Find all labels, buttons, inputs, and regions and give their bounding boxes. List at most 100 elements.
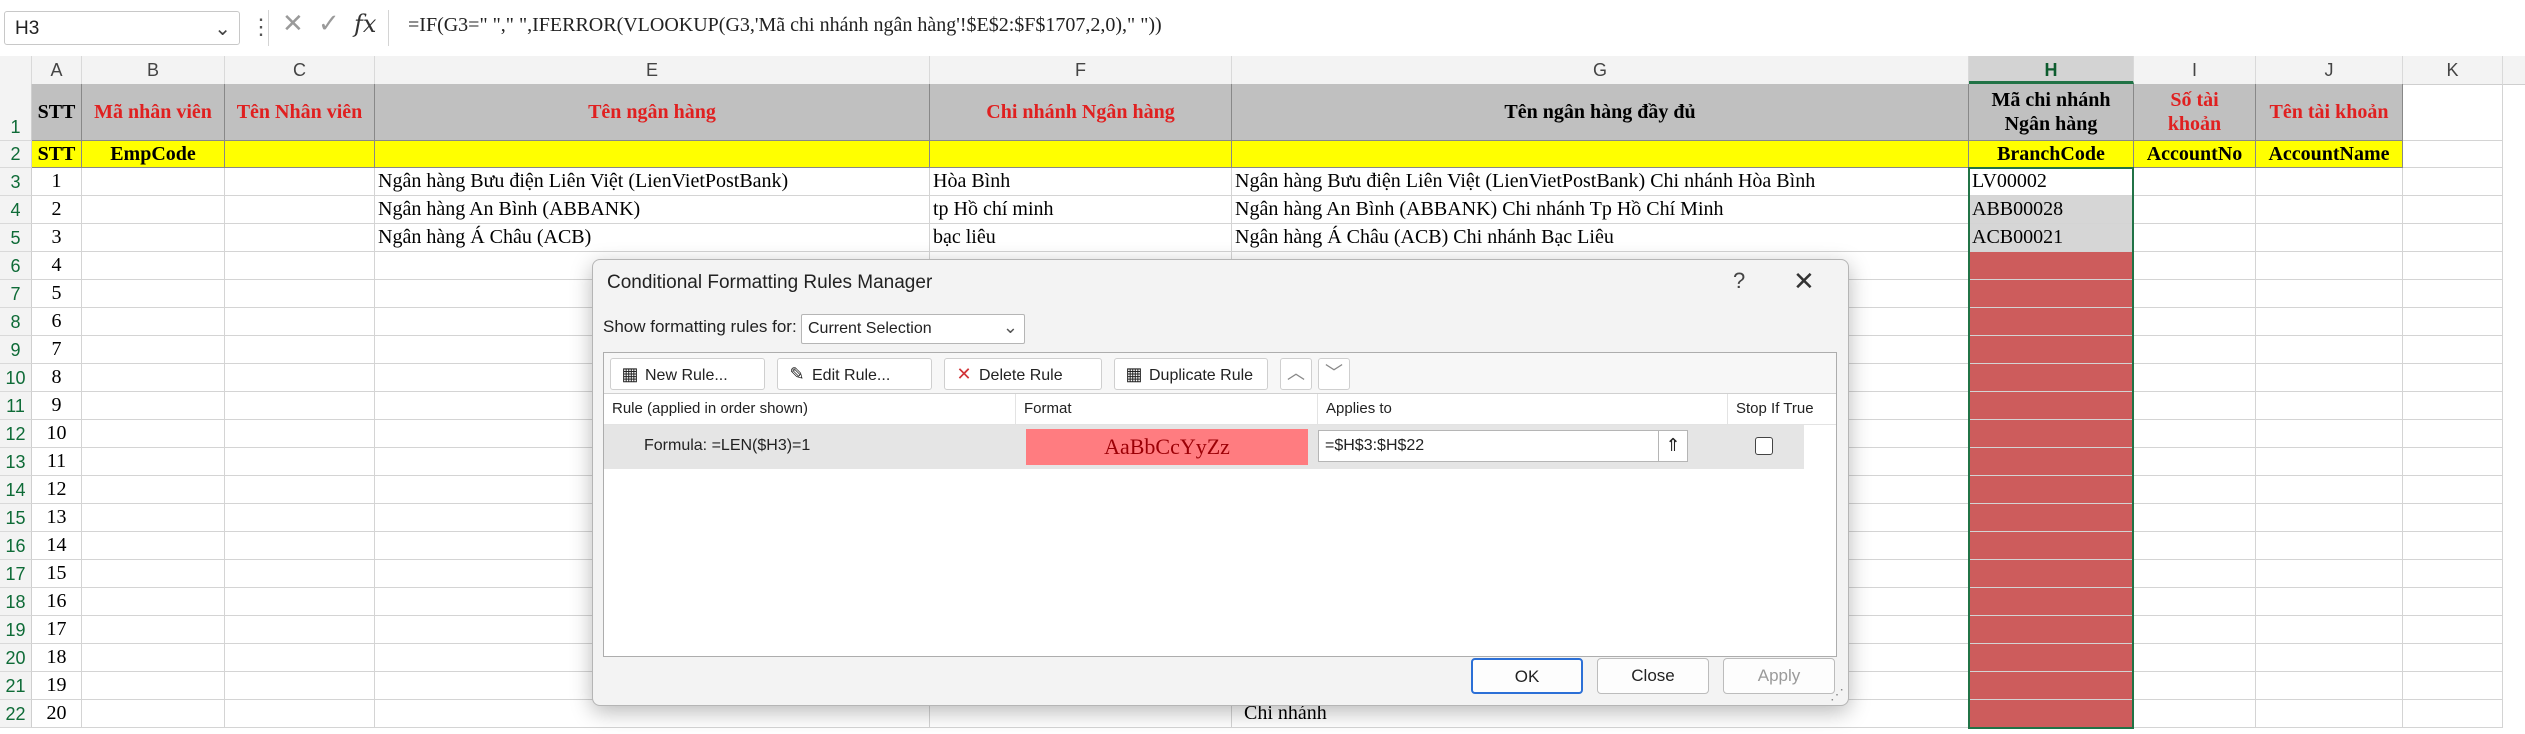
header-employee-name[interactable]: Tên Nhân viên — [225, 84, 375, 141]
column-header-f[interactable]: F — [930, 56, 1232, 84]
empcode-cell[interactable] — [82, 672, 225, 700]
stt-cell[interactable]: 6 — [32, 308, 82, 336]
cancel-icon[interactable]: ✕ — [282, 8, 304, 39]
header-stt[interactable]: STT — [32, 84, 82, 141]
resize-grip-icon[interactable]: ⋰ — [1830, 686, 1844, 703]
cell-k[interactable] — [2403, 672, 2503, 700]
header-bank-name[interactable]: Tên ngân hàng — [375, 84, 930, 141]
row-header[interactable]: 3 — [0, 168, 32, 196]
branch-cell[interactable]: bạc liêu — [930, 224, 1232, 252]
close-button[interactable]: Close — [1597, 658, 1709, 694]
empcode-cell[interactable] — [82, 196, 225, 224]
account-name-cell[interactable] — [2256, 252, 2403, 280]
row-header[interactable]: 10 — [0, 364, 32, 392]
empcode-cell[interactable] — [82, 420, 225, 448]
stt-cell[interactable]: 20 — [32, 700, 82, 728]
empcode-cell[interactable] — [82, 476, 225, 504]
row-header[interactable]: 17 — [0, 560, 32, 588]
account-name-cell[interactable] — [2256, 532, 2403, 560]
row-header-1[interactable]: 1 — [0, 84, 32, 141]
row-header[interactable]: 12 — [0, 420, 32, 448]
row-header[interactable]: 7 — [0, 280, 32, 308]
account-no-cell[interactable] — [2134, 532, 2256, 560]
account-no-cell[interactable] — [2134, 448, 2256, 476]
cell-k[interactable] — [2403, 448, 2503, 476]
column-header-g[interactable]: G — [1232, 56, 1969, 84]
account-no-cell[interactable] — [2134, 560, 2256, 588]
apply-button[interactable]: Apply — [1723, 658, 1835, 694]
duplicate-rule-button[interactable]: ▦ Duplicate Rule — [1114, 358, 1268, 390]
delete-rule-button[interactable]: ✕ Delete Rule — [944, 358, 1102, 390]
select-all-corner[interactable] — [0, 56, 32, 84]
branch-code-cell[interactable] — [1969, 280, 2134, 308]
branch-code-cell[interactable] — [1969, 392, 2134, 420]
help-icon[interactable]: ? — [1733, 268, 1745, 294]
header-bank-branch[interactable]: Chi nhánh Ngân hàng — [930, 84, 1232, 141]
row-header[interactable]: 22 — [0, 700, 32, 728]
row-header[interactable]: 14 — [0, 476, 32, 504]
cell-k[interactable] — [2403, 616, 2503, 644]
branch-code-cell[interactable] — [1969, 336, 2134, 364]
branch-code-cell[interactable] — [1969, 364, 2134, 392]
branch-code-cell[interactable] — [1969, 448, 2134, 476]
row-header[interactable]: 11 — [0, 392, 32, 420]
branch-code-cell[interactable] — [1969, 532, 2134, 560]
account-name-cell[interactable] — [2256, 476, 2403, 504]
empname-cell[interactable] — [225, 336, 375, 364]
account-name-cell[interactable] — [2256, 448, 2403, 476]
edit-rule-button[interactable]: ✎ Edit Rule... — [777, 358, 932, 390]
subheader-branchcode[interactable]: BranchCode — [1969, 141, 2134, 168]
empname-cell[interactable] — [225, 392, 375, 420]
empcode-cell[interactable] — [82, 644, 225, 672]
cell-k[interactable] — [2403, 364, 2503, 392]
account-name-cell[interactable] — [2256, 700, 2403, 728]
stt-cell[interactable]: 10 — [32, 420, 82, 448]
cell-k[interactable] — [2403, 224, 2503, 252]
column-header-a[interactable]: A — [32, 56, 82, 84]
column-header-j[interactable]: J — [2256, 56, 2403, 84]
stt-cell[interactable]: 3 — [32, 224, 82, 252]
empname-cell[interactable] — [225, 532, 375, 560]
branch-cell[interactable]: Hòa Bình — [930, 168, 1232, 196]
subheader-e[interactable] — [375, 141, 930, 168]
header-account-name[interactable]: Tên tài khoản — [2256, 84, 2403, 141]
stt-cell[interactable]: 18 — [32, 644, 82, 672]
row-header[interactable]: 8 — [0, 308, 32, 336]
header-full-bank-name[interactable]: Tên ngân hàng đầy đủ — [1232, 84, 1969, 141]
empname-cell[interactable] — [225, 672, 375, 700]
account-no-cell[interactable] — [2134, 616, 2256, 644]
account-no-cell[interactable] — [2134, 336, 2256, 364]
empname-cell[interactable] — [225, 560, 375, 588]
cell-k[interactable] — [2403, 308, 2503, 336]
empcode-cell[interactable] — [82, 392, 225, 420]
cell-k1[interactable] — [2403, 84, 2503, 141]
empcode-cell[interactable] — [82, 588, 225, 616]
applies-to-input[interactable]: =$H$3:$H$22 ⇑ — [1318, 430, 1688, 462]
account-no-cell[interactable] — [2134, 364, 2256, 392]
subheader-g[interactable] — [1232, 141, 1969, 168]
account-no-cell[interactable] — [2134, 252, 2256, 280]
account-no-cell[interactable] — [2134, 672, 2256, 700]
account-name-cell[interactable] — [2256, 168, 2403, 196]
cell-k[interactable] — [2403, 252, 2503, 280]
empcode-cell[interactable] — [82, 252, 225, 280]
branch-code-cell[interactable] — [1969, 504, 2134, 532]
account-name-cell[interactable] — [2256, 588, 2403, 616]
account-name-cell[interactable] — [2256, 560, 2403, 588]
cell-k[interactable] — [2403, 392, 2503, 420]
account-name-cell[interactable] — [2256, 308, 2403, 336]
stt-cell[interactable]: 4 — [32, 252, 82, 280]
row-header[interactable]: 19 — [0, 616, 32, 644]
cell-k[interactable] — [2403, 700, 2503, 728]
close-icon[interactable]: ✕ — [1793, 266, 1815, 297]
empname-cell[interactable] — [225, 644, 375, 672]
account-no-cell[interactable] — [2134, 168, 2256, 196]
empcode-cell[interactable] — [82, 700, 225, 728]
cell-k[interactable] — [2403, 420, 2503, 448]
account-name-cell[interactable] — [2256, 196, 2403, 224]
row-header-2[interactable]: 2 — [0, 141, 32, 168]
account-name-cell[interactable] — [2256, 672, 2403, 700]
account-no-cell[interactable] — [2134, 280, 2256, 308]
branch-code-cell[interactable] — [1969, 252, 2134, 280]
row-header[interactable]: 21 — [0, 672, 32, 700]
